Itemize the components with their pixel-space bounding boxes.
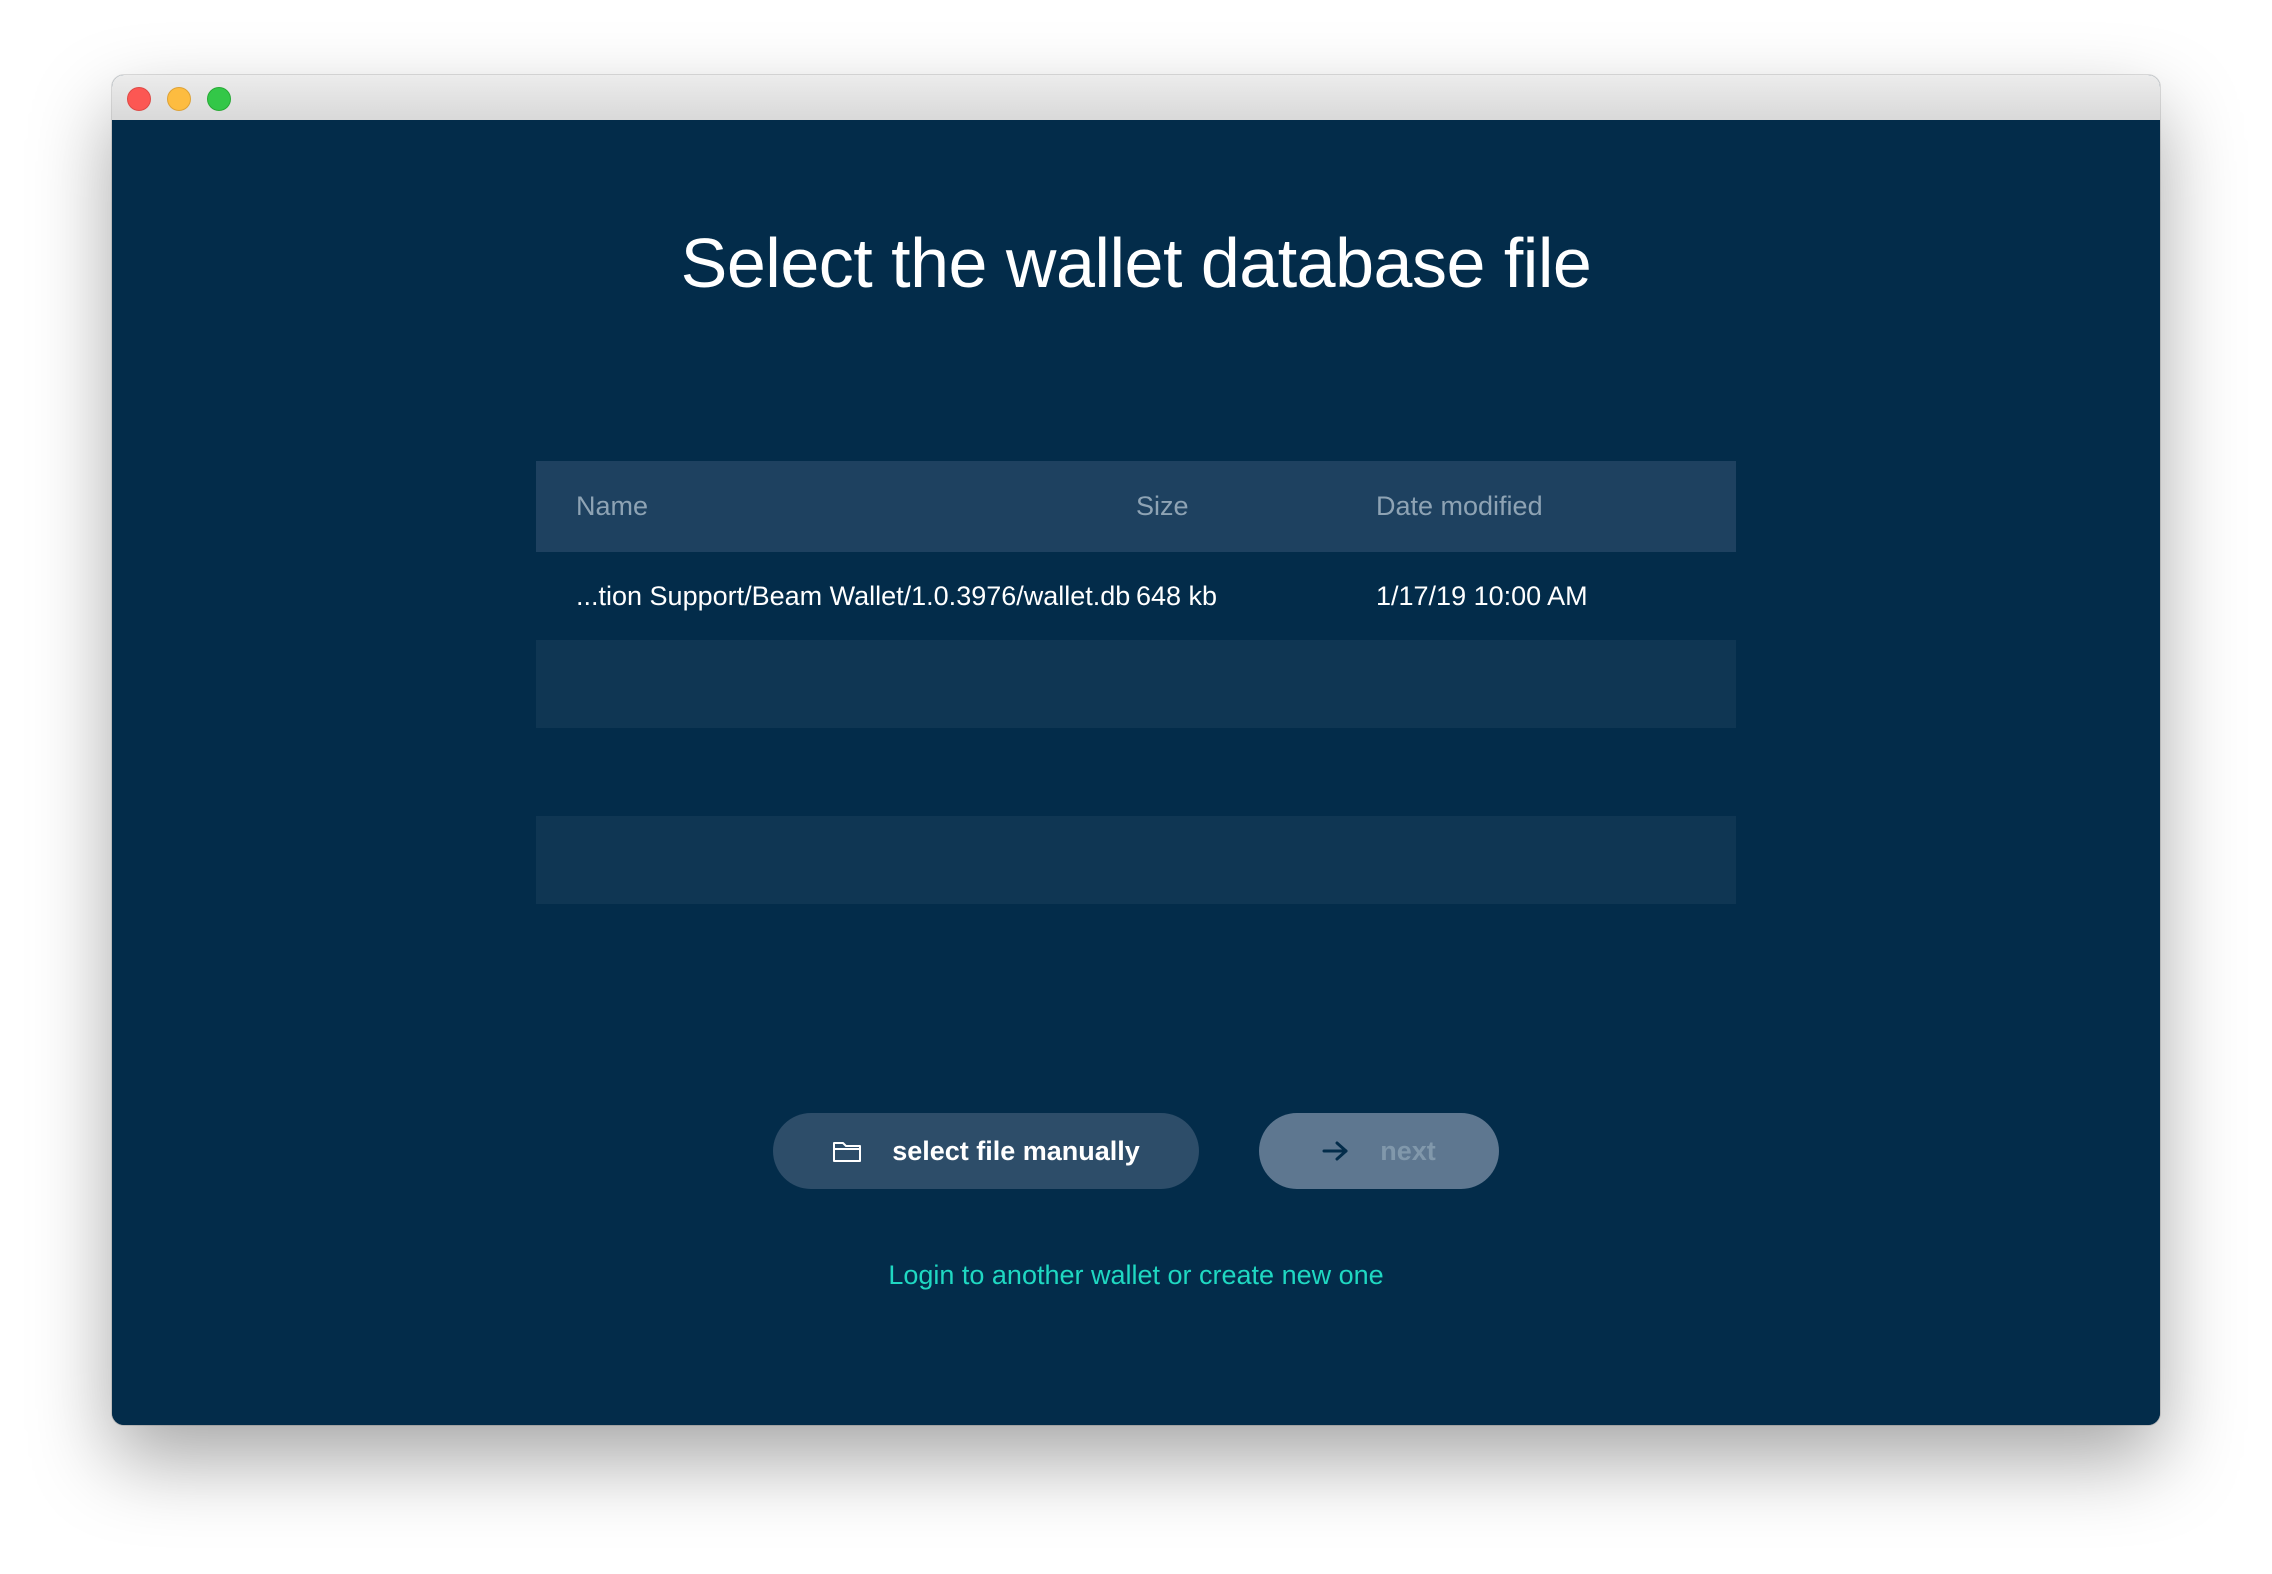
column-header-date: Date modified	[1376, 491, 1543, 521]
title-bar	[112, 75, 2160, 121]
empty-table-row	[536, 728, 1736, 816]
empty-table-row	[536, 640, 1736, 728]
file-name-cell: ...tion Support/Beam Wallet/1.0.3976/wal…	[576, 580, 1131, 611]
select-file-manually-label: select file manually	[892, 1135, 1140, 1166]
empty-table-row	[536, 816, 1736, 904]
next-label: next	[1380, 1135, 1436, 1166]
column-header-name: Name	[576, 491, 649, 521]
column-header-size: Size	[1136, 491, 1189, 521]
app-window: Select the wallet database file Name Siz…	[112, 75, 2160, 1425]
arrow-right-icon	[1322, 1139, 1350, 1163]
maximize-window-button[interactable]	[207, 87, 231, 111]
file-size-cell: 648 kb	[1136, 580, 1218, 611]
next-button[interactable]: next	[1259, 1113, 1499, 1189]
folder-icon	[832, 1139, 862, 1163]
close-window-button[interactable]	[127, 87, 151, 111]
login-another-wallet-container: Login to another wallet or create new on…	[112, 1260, 2160, 1291]
select-file-manually-button[interactable]: select file manually	[773, 1113, 1199, 1189]
page-title: Select the wallet database file	[680, 224, 1592, 302]
table-row[interactable]: ...tion Support/Beam Wallet/1.0.3976/wal…	[536, 552, 1736, 640]
login-another-wallet-link[interactable]: Login to another wallet or create new on…	[888, 1260, 1383, 1290]
main-content: Select the wallet database file Name Siz…	[112, 120, 2160, 1425]
minimize-window-button[interactable]	[167, 87, 191, 111]
table-header: Name Size Date modified	[536, 461, 1736, 552]
wallet-file-table: Name Size Date modified ...tion Support/…	[536, 461, 1736, 904]
file-date-cell: 1/17/19 10:00 AM	[1376, 580, 1588, 611]
